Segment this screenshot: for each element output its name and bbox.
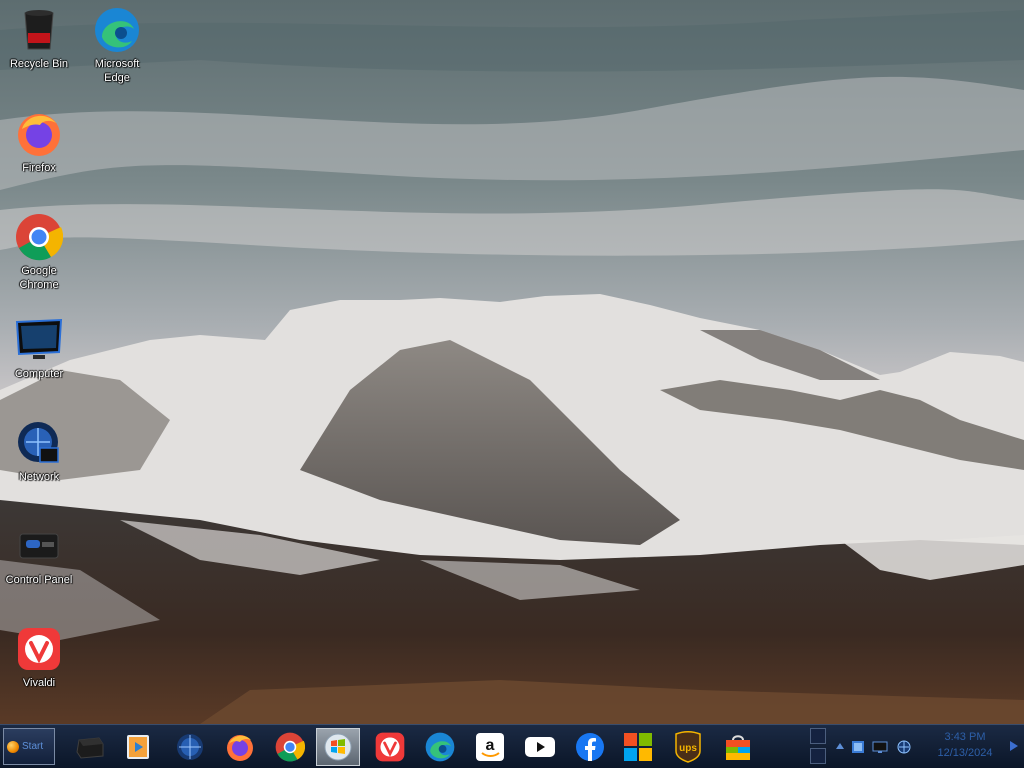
taskbar-facebook[interactable] — [568, 728, 612, 766]
desktop-icon-label: Google Chrome — [19, 265, 59, 291]
taskbar: Start a ups 3:43 PM 12/13/2024 — [0, 724, 1024, 768]
network-globe-icon — [177, 734, 203, 760]
svg-text:ups: ups — [679, 743, 697, 754]
network-icon[interactable] — [896, 739, 912, 755]
desktop-icon-label: Firefox — [22, 162, 56, 174]
firefox-icon — [15, 110, 63, 158]
chrome-icon — [15, 213, 63, 261]
edge-icon — [93, 6, 141, 54]
desktop-icon-recycle-bin[interactable]: Recycle Bin — [0, 6, 78, 71]
start-orb-icon — [7, 740, 19, 753]
desktop-icon-network[interactable]: Network — [0, 419, 78, 484]
firefox-icon — [227, 735, 253, 761]
desktop-icon-label: Control Panel — [5, 574, 73, 586]
desktop-icon-label: Vivaldi — [22, 677, 56, 689]
desktop-icon-google-chrome[interactable]: Google Chrome — [0, 213, 78, 292]
ups-icon: ups — [675, 731, 701, 763]
taskbar-edge[interactable] — [418, 728, 462, 766]
desktop-icon-microsoft-edge[interactable]: Microsoft Edge — [78, 6, 156, 85]
taskbar-windows-explorer[interactable] — [316, 728, 360, 766]
edge-icon — [425, 732, 455, 762]
desktop-icon-label: Computer — [14, 368, 64, 380]
desktop-icon-firefox[interactable]: Firefox — [0, 110, 78, 175]
microsoft-icon — [624, 733, 652, 761]
taskbar-network-globe[interactable] — [168, 728, 212, 766]
quick-launch-toggle[interactable] — [810, 748, 826, 764]
svg-text:a: a — [486, 737, 495, 754]
desktop-icon-control-panel[interactable]: Control Panel — [0, 522, 78, 587]
vivaldi-icon — [375, 732, 405, 762]
chrome-icon — [275, 732, 305, 762]
windows-flag-icon — [324, 733, 352, 761]
media-player-icon — [127, 735, 149, 759]
taskbar-vivaldi[interactable] — [368, 728, 412, 766]
clock-date[interactable]: 12/13/2024 — [920, 747, 1010, 759]
show-desktop-button[interactable] — [1008, 739, 1020, 753]
desktop-icon-label: Recycle Bin — [9, 58, 69, 70]
desktop-wallpaper — [0, 0, 1024, 724]
sticky-note-icon[interactable] — [850, 739, 866, 755]
monitor-icon[interactable] — [872, 739, 888, 755]
up-arrow-icon[interactable] — [832, 739, 848, 755]
vivaldi-icon — [15, 625, 63, 673]
desktop-icon-vivaldi[interactable]: Vivaldi — [0, 625, 78, 690]
recycle-bin-icon — [15, 6, 63, 54]
taskbar-microsoft[interactable] — [616, 728, 660, 766]
taskbar-youtube[interactable] — [518, 728, 562, 766]
quick-launch-toggle[interactable] — [810, 728, 826, 744]
start-label: Start — [22, 741, 44, 752]
start-button[interactable]: Start — [3, 728, 55, 765]
control-panel-icon — [15, 522, 63, 570]
taskbar-storage-drive[interactable] — [68, 728, 112, 766]
taskbar-chrome[interactable] — [268, 728, 312, 766]
desktop-icon-computer[interactable]: Computer — [0, 316, 78, 381]
computer-icon — [15, 316, 63, 364]
desktop-icon-label: Microsoft Edge — [94, 58, 140, 84]
taskbar-ups[interactable]: ups — [666, 728, 710, 766]
store-bag-icon — [726, 735, 750, 760]
clock-time[interactable]: 3:43 PM — [920, 731, 1010, 743]
facebook-icon — [576, 733, 604, 761]
amazon-icon: a — [476, 733, 504, 761]
youtube-icon — [525, 737, 555, 757]
taskbar-store[interactable] — [716, 728, 760, 766]
system-tray: 3:43 PM 12/13/2024 — [808, 727, 1022, 767]
taskbar-media-player[interactable] — [116, 728, 160, 766]
desktop-icon-label: Network — [18, 471, 60, 483]
network-icon — [15, 419, 63, 467]
storage-drive-icon — [76, 737, 104, 759]
taskbar-amazon[interactable]: a — [468, 728, 512, 766]
taskbar-firefox[interactable] — [218, 728, 262, 766]
